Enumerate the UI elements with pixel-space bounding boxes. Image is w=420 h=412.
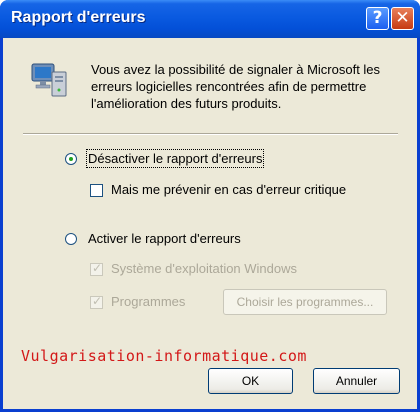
os-label: Système d'exploitation Windows [111, 261, 298, 276]
separator [23, 133, 398, 135]
info-description: Vous avez la possibilité de signaler à M… [91, 62, 381, 111]
choose-programs-button[interactable]: Choisir les programmes... [223, 289, 387, 315]
enable-reporting-radio[interactable] [65, 233, 77, 245]
notify-critical-label[interactable]: Mais me prévenir en cas d'erreur critiqu… [111, 182, 346, 197]
close-button[interactable]: ✕ [391, 7, 414, 30]
watermark-text: Vulgarisation-informatique.com [21, 347, 307, 365]
programs-label: Programmes [111, 294, 186, 309]
checkmark-icon: ✓ [92, 294, 103, 308]
error-report-dialog: Rapport d'erreurs ? ✕ Vous avez la possi… [0, 0, 420, 412]
checkmark-icon: ✓ [92, 261, 103, 275]
os-checkbox[interactable]: ✓ [90, 261, 103, 276]
programs-checkbox[interactable]: ✓ [90, 294, 103, 309]
help-button[interactable]: ? [366, 7, 389, 30]
window-title: Rapport d'erreurs [11, 9, 146, 26]
enable-reporting-label[interactable]: Activer le rapport d'erreurs [88, 231, 241, 246]
notify-critical-checkbox[interactable] [90, 184, 103, 197]
computer-monitor-icon [31, 63, 67, 97]
disable-reporting-label[interactable]: Désactiver le rapport d'erreurs [85, 149, 265, 168]
title-bar[interactable]: Rapport d'erreurs ? ✕ [0, 0, 420, 38]
cancel-button[interactable]: Annuler [313, 368, 400, 394]
ok-button[interactable]: OK [208, 368, 293, 394]
disable-reporting-radio[interactable] [65, 153, 77, 165]
radio-selected-dot [69, 157, 73, 161]
